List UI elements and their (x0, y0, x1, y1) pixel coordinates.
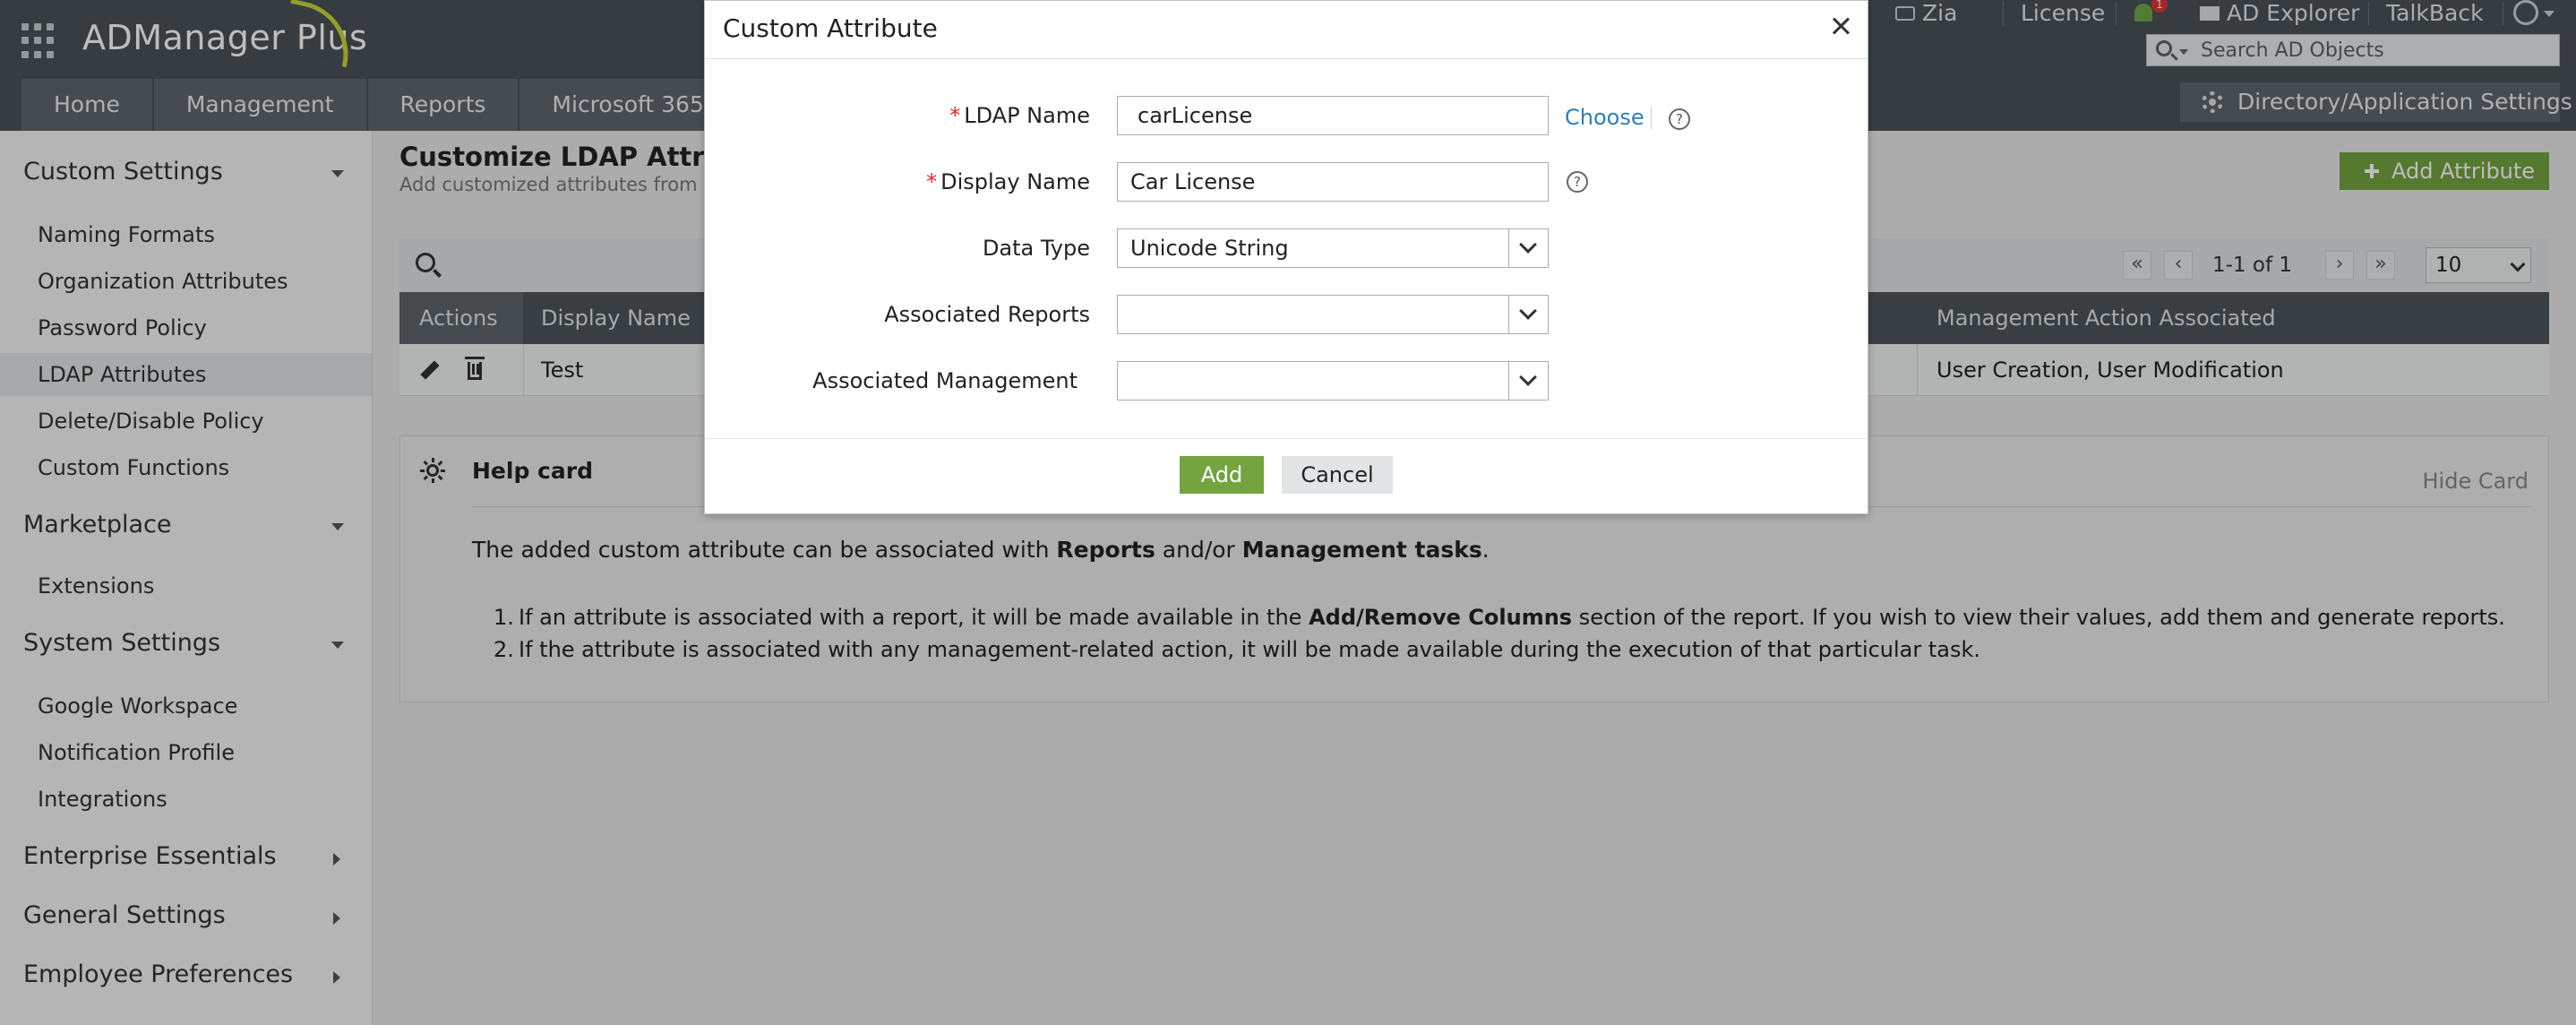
ldap-name-label-text: LDAP Name (964, 103, 1090, 128)
data-type-value: Unicode String (1130, 236, 1289, 261)
dialog-header-divider (705, 58, 1868, 59)
display-name-label-text: Display Name (940, 169, 1090, 194)
dialog-footer-divider (705, 438, 1868, 439)
chevron-down-icon[interactable] (1508, 296, 1548, 333)
associated-reports-select[interactable] (1117, 295, 1549, 334)
vertical-divider (1651, 107, 1652, 130)
dialog-title: Custom Attribute (723, 13, 938, 43)
associated-management-select[interactable] (1117, 361, 1549, 401)
associated-reports-label: Associated Reports (794, 297, 1090, 332)
display-name-label: *Display Name (821, 164, 1090, 200)
help-question-icon[interactable]: ? (1567, 171, 1588, 193)
choose-ldap-link[interactable]: Choose (1565, 105, 1644, 130)
associated-management-label: Associated Management (759, 363, 1078, 399)
required-asterisk: * (926, 169, 937, 194)
chevron-down-icon[interactable] (1508, 362, 1548, 400)
chevron-down-icon[interactable] (1508, 229, 1548, 267)
close-icon[interactable] (1828, 13, 1855, 40)
ldap-name-input[interactable] (1117, 96, 1549, 135)
add-button[interactable]: Add (1180, 456, 1264, 494)
cancel-button[interactable]: Cancel (1282, 456, 1393, 494)
help-question-icon[interactable]: ? (1669, 108, 1690, 130)
custom-attribute-dialog: Custom Attribute *LDAP Name Choose ? *Di… (704, 0, 1868, 514)
ldap-name-label: *LDAP Name (884, 98, 1090, 134)
data-type-label: Data Type (821, 230, 1090, 266)
data-type-select[interactable]: Unicode String (1117, 228, 1549, 268)
required-asterisk: * (949, 103, 960, 128)
display-name-input[interactable] (1117, 162, 1549, 202)
